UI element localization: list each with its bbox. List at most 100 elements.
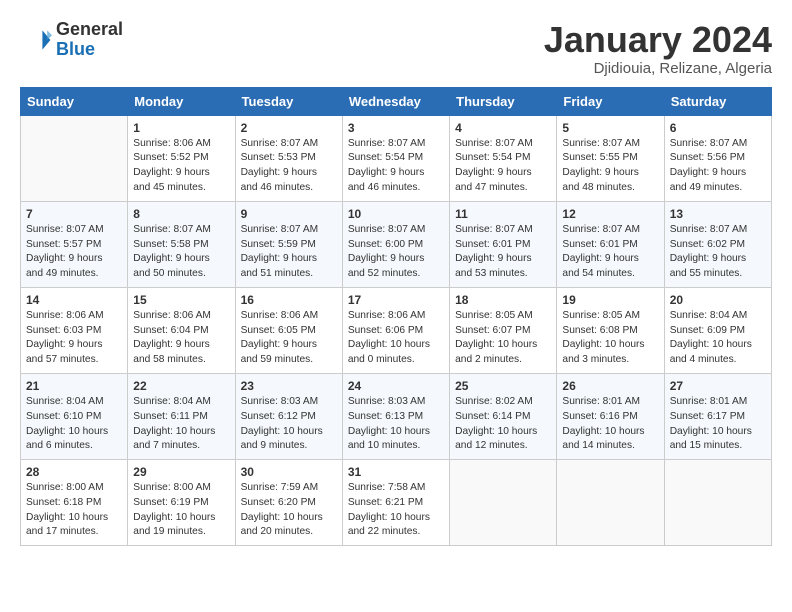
day-info: Sunrise: 8:06 AM Sunset: 5:52 PM Dayligh… [133,137,229,196]
calendar-cell: 16 Sunrise: 8:06 AM Sunset: 6:05 PM Dayli… [235,287,342,373]
day-info: Sunrise: 8:05 AM Sunset: 6:07 PM Dayligh… [455,309,551,368]
day-number: 5 [562,121,658,135]
header-tuesday: Tuesday [235,87,342,115]
day-number: 25 [455,379,551,393]
day-number: 22 [133,379,229,393]
day-number: 20 [670,293,766,307]
day-number: 21 [26,379,122,393]
day-number: 19 [562,293,658,307]
calendar-cell: 1 Sunrise: 8:06 AM Sunset: 5:52 PM Daylig… [128,115,235,201]
day-info: Sunrise: 8:00 AM Sunset: 6:19 PM Dayligh… [133,481,229,540]
day-number: 10 [348,207,444,221]
calendar-cell: 31 Sunrise: 7:58 AM Sunset: 6:21 PM Dayli… [342,460,449,546]
day-info: Sunrise: 8:02 AM Sunset: 6:14 PM Dayligh… [455,395,551,454]
logo-line1: General [56,20,123,40]
header-saturday: Saturday [664,87,771,115]
day-number: 18 [455,293,551,307]
day-info: Sunrise: 8:04 AM Sunset: 6:09 PM Dayligh… [670,309,766,368]
title-block: January 2024 Djidiouia, Relizane, Algeri… [544,20,772,77]
calendar-cell: 24 Sunrise: 8:03 AM Sunset: 6:13 PM Dayli… [342,373,449,459]
day-info: Sunrise: 8:06 AM Sunset: 6:05 PM Dayligh… [241,309,337,368]
calendar-cell: 14 Sunrise: 8:06 AM Sunset: 6:03 PM Dayli… [21,287,128,373]
calendar-header: SundayMondayTuesdayWednesdayThursdayFrid… [21,87,772,115]
day-number: 29 [133,465,229,479]
calendar-cell: 21 Sunrise: 8:04 AM Sunset: 6:10 PM Dayli… [21,373,128,459]
day-info: Sunrise: 8:06 AM Sunset: 6:06 PM Dayligh… [348,309,444,368]
day-info: Sunrise: 8:07 AM Sunset: 6:01 PM Dayligh… [455,223,551,282]
day-info: Sunrise: 8:07 AM Sunset: 6:02 PM Dayligh… [670,223,766,282]
day-info: Sunrise: 8:07 AM Sunset: 5:56 PM Dayligh… [670,137,766,196]
calendar-cell [450,460,557,546]
day-info: Sunrise: 8:04 AM Sunset: 6:11 PM Dayligh… [133,395,229,454]
day-number: 23 [241,379,337,393]
day-info: Sunrise: 8:00 AM Sunset: 6:18 PM Dayligh… [26,481,122,540]
calendar-cell: 19 Sunrise: 8:05 AM Sunset: 6:08 PM Dayli… [557,287,664,373]
calendar-cell: 28 Sunrise: 8:00 AM Sunset: 6:18 PM Dayli… [21,460,128,546]
day-number: 3 [348,121,444,135]
header-monday: Monday [128,87,235,115]
calendar-cell [664,460,771,546]
day-info: Sunrise: 8:07 AM Sunset: 5:57 PM Dayligh… [26,223,122,282]
day-number: 13 [670,207,766,221]
day-number: 2 [241,121,337,135]
day-number: 6 [670,121,766,135]
calendar-cell: 18 Sunrise: 8:05 AM Sunset: 6:07 PM Dayli… [450,287,557,373]
day-info: Sunrise: 8:01 AM Sunset: 6:17 PM Dayligh… [670,395,766,454]
calendar-table: SundayMondayTuesdayWednesdayThursdayFrid… [20,87,772,547]
calendar-cell: 30Sunrise: 7:59 AM Sunset: 6:20 PM Dayli… [235,460,342,546]
logo-icon [20,24,52,56]
calendar-cell: 27 Sunrise: 8:01 AM Sunset: 6:17 PM Dayli… [664,373,771,459]
day-info: Sunrise: 8:07 AM Sunset: 5:59 PM Dayligh… [241,223,337,282]
calendar-cell: 13 Sunrise: 8:07 AM Sunset: 6:02 PM Dayli… [664,201,771,287]
calendar-cell: 11 Sunrise: 8:07 AM Sunset: 6:01 PM Dayli… [450,201,557,287]
day-number: 31 [348,465,444,479]
day-number: 26 [562,379,658,393]
day-number: 24 [348,379,444,393]
day-number: 27 [670,379,766,393]
calendar-cell: 12Sunrise: 8:07 AM Sunset: 6:01 PM Dayli… [557,201,664,287]
day-number: 1 [133,121,229,135]
calendar-cell: 26 Sunrise: 8:01 AM Sunset: 6:16 PM Dayli… [557,373,664,459]
calendar-cell: 9 Sunrise: 8:07 AM Sunset: 5:59 PM Daylig… [235,201,342,287]
calendar-cell: 29 Sunrise: 8:00 AM Sunset: 6:19 PM Dayli… [128,460,235,546]
header-friday: Friday [557,87,664,115]
calendar-cell: 3 Sunrise: 8:07 AM Sunset: 5:54 PM Daylig… [342,115,449,201]
day-number: 12 [562,207,658,221]
day-number: 11 [455,207,551,221]
header-wednesday: Wednesday [342,87,449,115]
calendar-cell: 23 Sunrise: 8:03 AM Sunset: 6:12 PM Dayli… [235,373,342,459]
day-info: Sunrise: 8:07 AM Sunset: 5:58 PM Dayligh… [133,223,229,282]
calendar-cell: 6 Sunrise: 8:07 AM Sunset: 5:56 PM Daylig… [664,115,771,201]
day-number: 16 [241,293,337,307]
day-number: 14 [26,293,122,307]
day-number: 4 [455,121,551,135]
calendar-cell: 7 Sunrise: 8:07 AM Sunset: 5:57 PM Daylig… [21,201,128,287]
day-info: Sunrise: 8:03 AM Sunset: 6:13 PM Dayligh… [348,395,444,454]
calendar-cell [21,115,128,201]
calendar-cell: 17Sunrise: 8:06 AM Sunset: 6:06 PM Dayli… [342,287,449,373]
day-number: 9 [241,207,337,221]
day-info: Sunrise: 8:04 AM Sunset: 6:10 PM Dayligh… [26,395,122,454]
day-info: Sunrise: 8:03 AM Sunset: 6:12 PM Dayligh… [241,395,337,454]
day-info: Sunrise: 8:06 AM Sunset: 6:03 PM Dayligh… [26,309,122,368]
calendar-cell: 10 Sunrise: 8:07 AM Sunset: 6:00 PM Dayli… [342,201,449,287]
day-number: 28 [26,465,122,479]
header-sunday: Sunday [21,87,128,115]
calendar-cell: 4Sunrise: 8:07 AM Sunset: 5:54 PM Daylig… [450,115,557,201]
month-title: January 2024 [544,20,772,60]
day-info: Sunrise: 8:05 AM Sunset: 6:08 PM Dayligh… [562,309,658,368]
day-info: Sunrise: 8:07 AM Sunset: 5:54 PM Dayligh… [348,137,444,196]
day-number: 15 [133,293,229,307]
calendar-cell: 22 Sunrise: 8:04 AM Sunset: 6:11 PM Dayli… [128,373,235,459]
calendar-cell: 25 Sunrise: 8:02 AM Sunset: 6:14 PM Dayli… [450,373,557,459]
day-info: Sunrise: 8:01 AM Sunset: 6:16 PM Dayligh… [562,395,658,454]
day-info: Sunrise: 7:58 AM Sunset: 6:21 PM Dayligh… [348,481,444,540]
calendar-cell: 8Sunrise: 8:07 AM Sunset: 5:58 PM Daylig… [128,201,235,287]
page-header: General Blue January 2024 Djidiouia, Rel… [20,20,772,77]
day-info: Sunrise: 8:07 AM Sunset: 5:53 PM Dayligh… [241,137,337,196]
calendar-cell: 5Sunrise: 8:07 AM Sunset: 5:55 PM Daylig… [557,115,664,201]
day-info: Sunrise: 8:06 AM Sunset: 6:04 PM Dayligh… [133,309,229,368]
day-number: 7 [26,207,122,221]
calendar-cell [557,460,664,546]
day-info: Sunrise: 8:07 AM Sunset: 6:00 PM Dayligh… [348,223,444,282]
